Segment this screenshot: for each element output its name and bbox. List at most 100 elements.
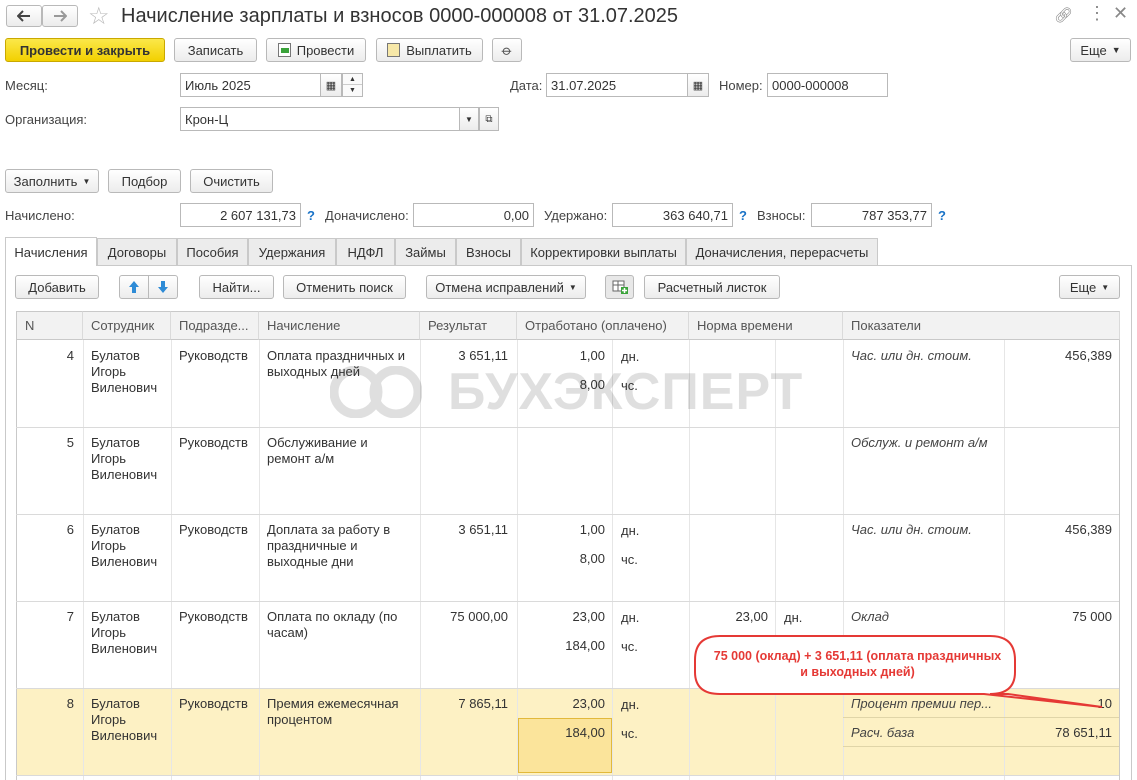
move-up-button[interactable] bbox=[119, 275, 149, 299]
stepper-up-icon[interactable]: ▲ bbox=[343, 74, 362, 85]
days-cell: 23,00 bbox=[572, 609, 605, 624]
indicator-name: Обслуж. и ремонт а/м bbox=[851, 435, 988, 450]
fill-button[interactable]: Заполнить ▼ bbox=[5, 169, 99, 193]
accrual-cell: Премия ежемесячная процентом bbox=[267, 696, 399, 727]
date-label: Дата: bbox=[510, 78, 543, 93]
payslip-button[interactable]: Расчетный листок bbox=[644, 275, 780, 299]
organization-open-button[interactable]: ⧉ bbox=[479, 107, 499, 131]
tab-accruals[interactable]: Начисления bbox=[5, 237, 97, 266]
stepper-down-icon[interactable]: ▼ bbox=[343, 85, 362, 96]
chevron-down-icon: ▼ bbox=[465, 114, 473, 124]
row-separator bbox=[16, 514, 1119, 515]
add-row-button[interactable]: Добавить bbox=[15, 275, 99, 299]
contributions-label: Взносы: bbox=[757, 208, 806, 223]
row-number: 8 bbox=[66, 696, 74, 711]
tab-contracts[interactable]: Договоры bbox=[97, 238, 177, 265]
column-header-accrual[interactable]: Начисление bbox=[259, 311, 420, 340]
withheld-label: Удержано: bbox=[544, 208, 608, 223]
col-sep bbox=[259, 340, 260, 780]
col-sep bbox=[83, 340, 84, 780]
withheld-help-icon[interactable]: ? bbox=[739, 208, 747, 223]
employee-cell: Булатов Игорь Виленович bbox=[91, 609, 158, 656]
select-button[interactable]: Подбор bbox=[108, 169, 181, 193]
post-and-close-button[interactable]: Провести и закрыть bbox=[5, 38, 165, 62]
column-header-n[interactable]: N bbox=[16, 311, 83, 340]
close-icon[interactable]: ✕ bbox=[1113, 3, 1128, 24]
hours-cell: 8,00 bbox=[579, 551, 605, 566]
favorite-star-icon[interactable]: ☆ bbox=[88, 2, 110, 31]
grid-more-button[interactable]: Еще ▼ bbox=[1059, 275, 1120, 299]
tab-contributions[interactable]: Взносы bbox=[456, 238, 521, 265]
arrow-up-icon bbox=[129, 281, 139, 293]
move-down-button[interactable] bbox=[148, 275, 178, 299]
column-header-norm[interactable]: Норма времени bbox=[689, 311, 843, 340]
attach-button[interactable]: ⌀ bbox=[492, 38, 522, 62]
row-number: 4 bbox=[66, 348, 74, 363]
department-cell: Руководств bbox=[179, 609, 248, 624]
post-label: Провести bbox=[296, 42, 355, 58]
accrued-help-icon[interactable]: ? bbox=[307, 208, 315, 223]
pay-button[interactable]: Выплатить bbox=[376, 38, 483, 62]
menu-dots-icon[interactable]: ⋮ bbox=[1088, 3, 1106, 24]
row-subseparator bbox=[843, 717, 1119, 718]
date-field[interactable]: 31.07.2025 bbox=[546, 73, 688, 97]
cancel-corrections-button[interactable]: Отмена исправлений ▼ bbox=[426, 275, 586, 299]
date-calendar-button[interactable]: ▦ bbox=[687, 73, 709, 97]
find-button[interactable]: Найти... bbox=[199, 275, 274, 299]
paperclip-icon: ⌀ bbox=[498, 41, 516, 59]
days-cell: 1,00 bbox=[579, 522, 605, 537]
tab-payment-adjustments[interactable]: Корректировки выплаты bbox=[521, 238, 686, 265]
tab-additional-accruals[interactable]: Доначисления, перерасчеты bbox=[686, 238, 878, 265]
dropdown-arrow-icon: ▼ bbox=[568, 282, 577, 292]
department-cell: Руководств bbox=[179, 522, 248, 537]
dropdown-arrow-icon: ▼ bbox=[1111, 45, 1121, 55]
more-button[interactable]: Еще ▼ bbox=[1070, 38, 1131, 62]
table-settings-button[interactable] bbox=[605, 275, 634, 299]
callout-text: 75 000 (оклад) + 3 651,11 (оплата праздн… bbox=[713, 649, 1002, 679]
link-icon[interactable]: 🔗︎ bbox=[1054, 6, 1073, 24]
pay-doc-icon bbox=[387, 43, 401, 57]
extra-accrued-field: 0,00 bbox=[413, 203, 534, 227]
active-tab-cover bbox=[6, 264, 96, 267]
column-header-employee[interactable]: Сотрудник bbox=[83, 311, 171, 340]
accrual-cell: Обслуживание и ремонт а/м bbox=[267, 435, 368, 466]
month-calendar-button[interactable]: ▦ bbox=[320, 73, 342, 97]
hours-unit: чс. bbox=[621, 552, 638, 567]
clear-button[interactable]: Очистить bbox=[190, 169, 273, 193]
employee-cell: Булатов Игорь Виленович bbox=[91, 522, 158, 569]
column-header-result[interactable]: Результат bbox=[420, 311, 517, 340]
result-cell: 7 865,11 bbox=[458, 696, 508, 711]
hours-cell: 8,00 bbox=[579, 377, 605, 392]
organization-dropdown-button[interactable]: ▼ bbox=[459, 107, 479, 131]
back-button[interactable] bbox=[6, 5, 42, 27]
indicator-name: Оклад bbox=[851, 609, 889, 624]
arrow-right-icon bbox=[54, 10, 67, 22]
pay-label: Выплатить bbox=[406, 42, 472, 58]
column-header-worked[interactable]: Отработано (оплачено) bbox=[517, 311, 689, 340]
month-field[interactable]: Июль 2025 bbox=[180, 73, 321, 97]
forward-button[interactable] bbox=[42, 5, 78, 27]
tab-deductions[interactable]: Удержания bbox=[248, 238, 336, 265]
cancel-search-button[interactable]: Отменить поиск bbox=[283, 275, 406, 299]
column-header-indicators[interactable]: Показатели bbox=[843, 311, 1120, 340]
post-button[interactable]: Провести bbox=[266, 38, 366, 62]
col-sep bbox=[1004, 340, 1005, 780]
month-stepper[interactable]: ▲ ▼ bbox=[342, 73, 363, 97]
organization-field[interactable]: Крон-Ц bbox=[180, 107, 460, 131]
column-header-department[interactable]: Подразде... bbox=[171, 311, 259, 340]
tab-benefits[interactable]: Пособия bbox=[177, 238, 248, 265]
row-number: 7 bbox=[66, 609, 74, 624]
tab-ndfl[interactable]: НДФЛ bbox=[336, 238, 395, 265]
fill-label: Заполнить bbox=[13, 173, 78, 189]
cancel-corrections-label: Отмена исправлений bbox=[435, 279, 564, 295]
hours-cell-active[interactable]: 184,00 bbox=[517, 725, 605, 741]
extra-accrued-label: Доначислено: bbox=[325, 208, 409, 223]
contributions-help-icon[interactable]: ? bbox=[938, 208, 946, 223]
number-label: Номер: bbox=[719, 78, 763, 93]
tab-loans[interactable]: Займы bbox=[395, 238, 456, 265]
number-field[interactable]: 0000-000008 bbox=[767, 73, 888, 97]
arrow-left-icon bbox=[17, 10, 30, 22]
save-button[interactable]: Записать bbox=[174, 38, 257, 62]
accrued-label: Начислено: bbox=[5, 208, 75, 223]
hours-cell: 184,00 bbox=[565, 638, 605, 653]
